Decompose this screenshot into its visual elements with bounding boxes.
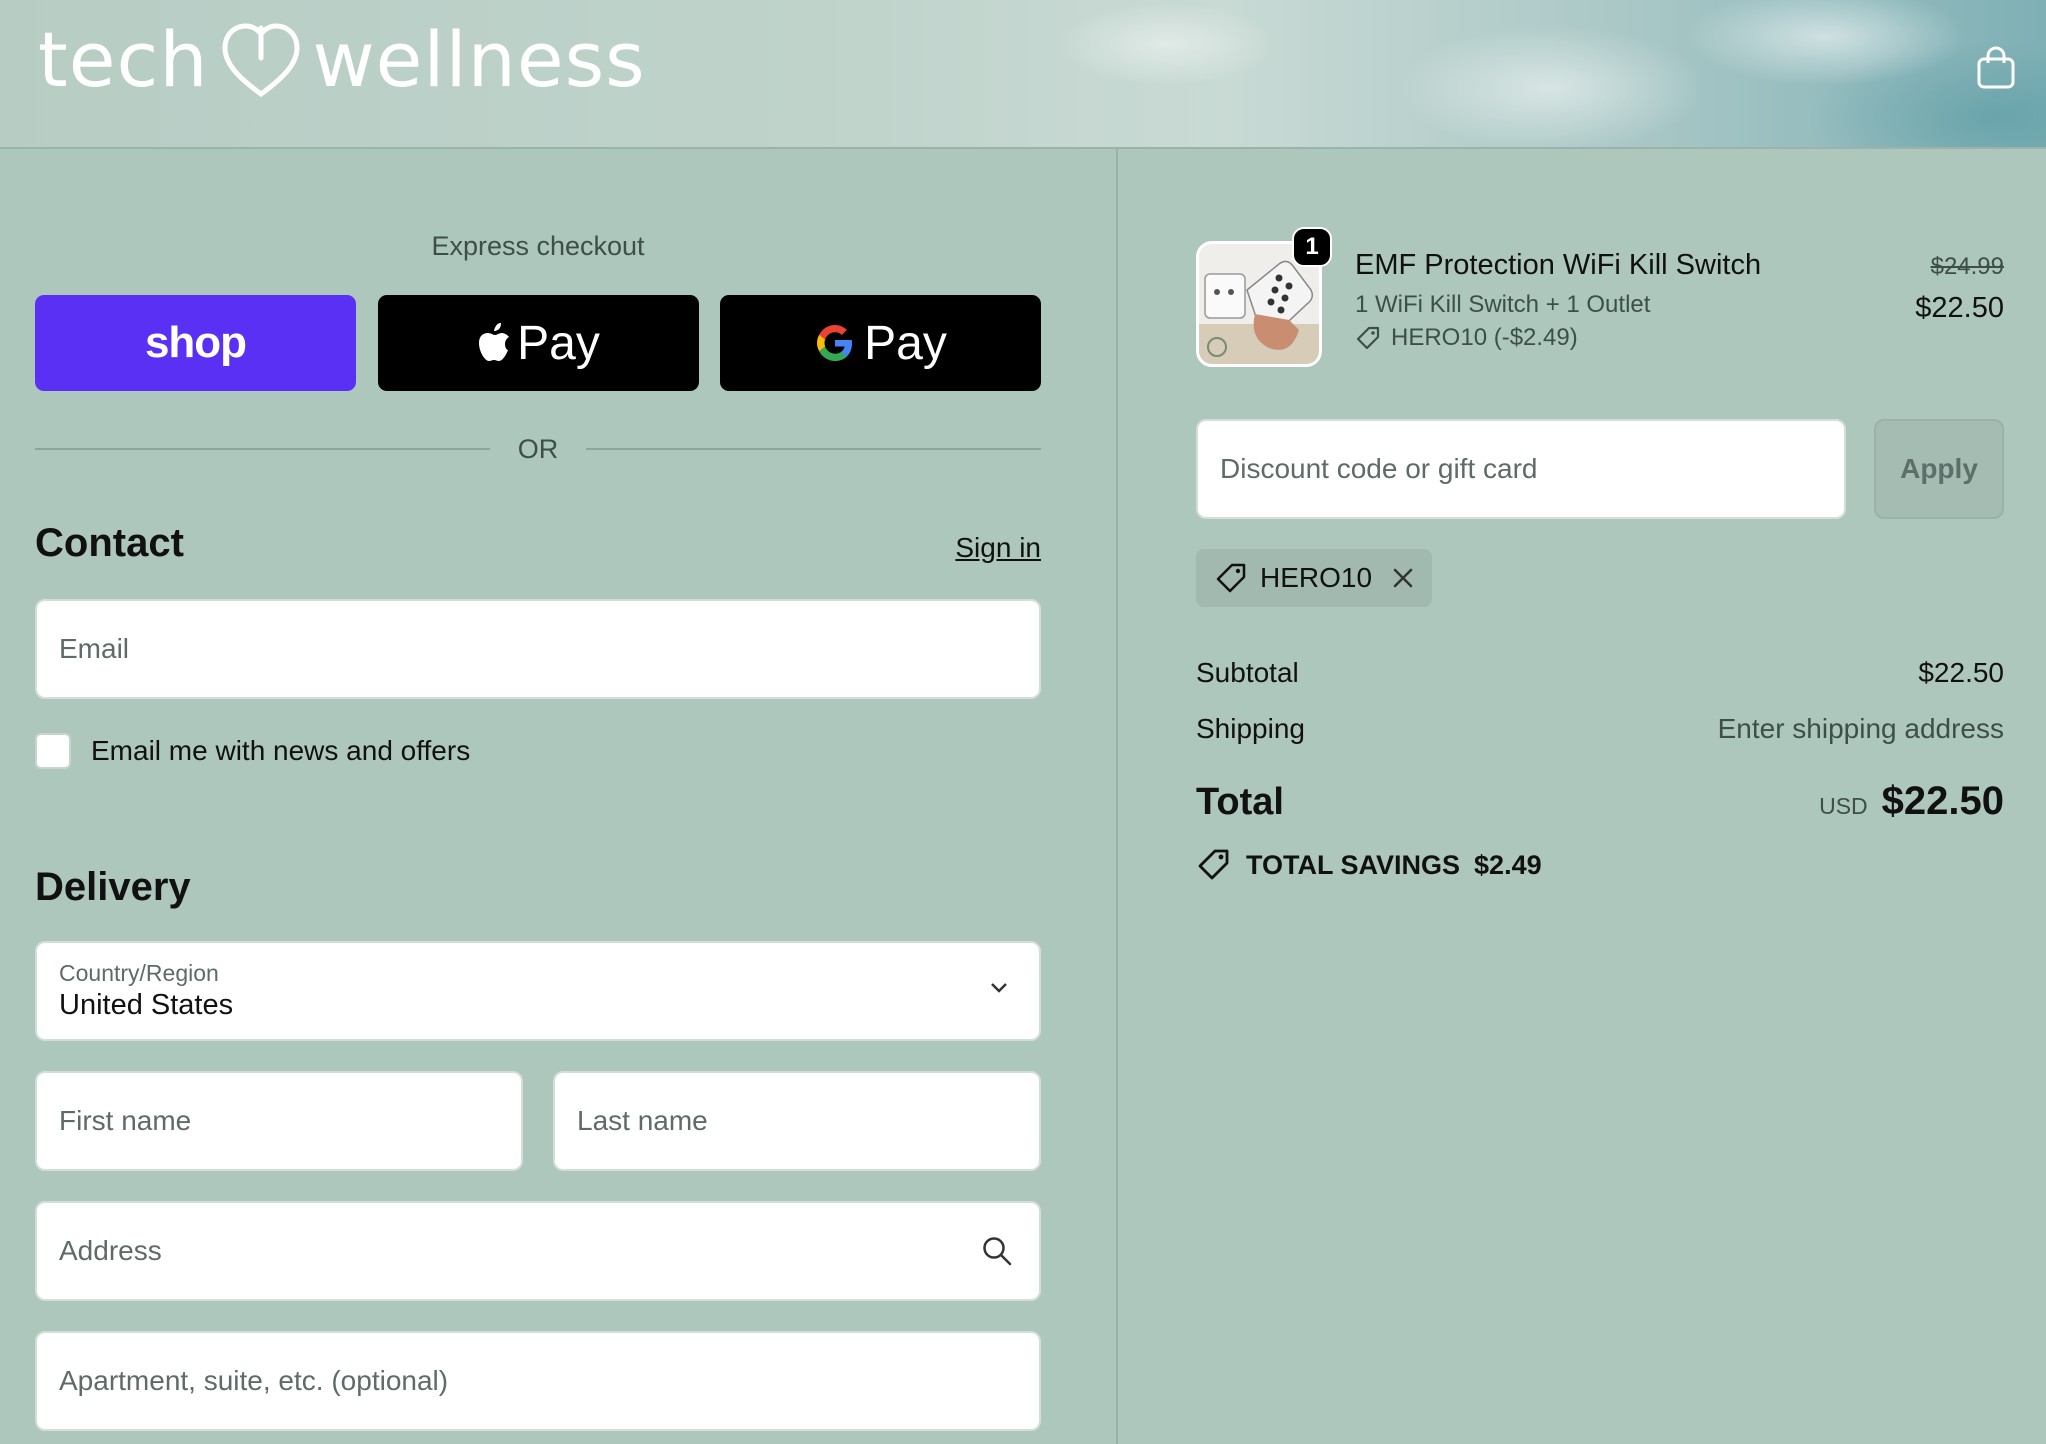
country-value: United States	[59, 989, 234, 1021]
heart-power-icon	[219, 18, 303, 102]
google-pay-button[interactable]: Pay	[720, 295, 1041, 391]
google-pay-label: Pay	[864, 316, 947, 370]
apple-pay-button[interactable]: Pay	[378, 295, 699, 391]
sign-in-link[interactable]: Sign in	[955, 532, 1041, 564]
original-price: $24.99	[1930, 253, 2004, 280]
applied-discount-chip: HERO10	[1196, 549, 1433, 607]
subtotal-row: Subtotal $22.50	[1196, 657, 2004, 689]
search-icon	[981, 1235, 1013, 1267]
quantity-badge: 1	[1292, 227, 1332, 267]
email-placeholder: Email	[59, 633, 130, 664]
apple-icon	[477, 323, 511, 363]
shipping-label: Shipping	[1196, 713, 1305, 744]
shipping-value: Enter shipping address	[1717, 713, 2004, 744]
product-name: EMF Protection WiFi Kill Switch	[1355, 249, 1762, 281]
divider-line	[35, 448, 490, 450]
delivery-heading: Delivery	[35, 865, 191, 909]
savings-value: $2.49	[1474, 849, 1542, 880]
total-label: Total	[1196, 781, 1284, 823]
country-label: Country/Region	[59, 960, 219, 986]
first-name-placeholder: First name	[59, 1105, 192, 1136]
apartment-placeholder: Apartment, suite, etc. (optional)	[59, 1365, 449, 1396]
email-field[interactable]: Email	[35, 599, 1041, 699]
total-savings: TOTAL SAVINGS $2.49	[1196, 847, 1542, 883]
country-select[interactable]: Country/Region United States	[35, 941, 1041, 1041]
total-currency: USD	[1819, 793, 1868, 819]
apple-pay-label: Pay	[517, 316, 600, 370]
tag-icon	[1355, 325, 1381, 351]
shop-pay-label: shop	[144, 318, 247, 367]
or-divider: OR	[35, 429, 1041, 469]
applied-code-label: HERO10	[1260, 562, 1373, 593]
newsletter-label: Email me with news and offers	[91, 735, 471, 766]
header-background-image	[946, 0, 2046, 147]
discount-code-input[interactable]: Discount code or gift card	[1196, 419, 1846, 519]
apply-button[interactable]: Apply	[1874, 419, 2004, 519]
newsletter-option[interactable]: Email me with news and offers	[35, 729, 470, 773]
product-discount: HERO10 (-$2.49)	[1355, 324, 1578, 352]
last-name-placeholder: Last name	[577, 1105, 708, 1136]
shipping-row: Shipping Enter shipping address	[1196, 713, 2004, 745]
savings-label: TOTAL SAVINGS	[1246, 849, 1461, 880]
subtotal-label: Subtotal	[1196, 657, 1299, 688]
newsletter-checkbox[interactable]	[35, 733, 71, 769]
logo-text-wellness: wellness	[312, 15, 646, 104]
contact-heading: Contact	[35, 521, 184, 565]
last-name-field[interactable]: Last name	[553, 1071, 1041, 1171]
subtotal-value: $22.50	[1918, 657, 2004, 688]
logo-text-tech: tech	[38, 15, 209, 104]
express-checkout-title: Express checkout	[431, 231, 645, 261]
discount-placeholder: Discount code or gift card	[1220, 453, 1538, 484]
tag-icon	[1214, 561, 1248, 595]
divider-line	[586, 448, 1041, 450]
first-name-field[interactable]: First name	[35, 1071, 523, 1171]
close-icon[interactable]	[1392, 567, 1414, 589]
checkout-form-column: Express checkout shop Pay Pay OR Contact…	[0, 149, 1118, 1444]
chevron-down-icon	[989, 981, 1009, 995]
shopping-bag-icon[interactable]	[1974, 44, 2018, 92]
store-logo[interactable]: tech wellness	[38, 18, 646, 102]
address-placeholder: Address	[59, 1235, 162, 1266]
product-price: $22.50	[1915, 292, 2004, 324]
order-summary-column: 1 EMF Protection WiFi Kill Switch 1 WiFi…	[1118, 149, 2046, 1444]
total-value: $22.50	[1881, 779, 2004, 823]
total-amount-group: USD $22.50	[1819, 779, 2004, 824]
shop-pay-button[interactable]: shop	[35, 295, 356, 391]
tag-icon	[1196, 847, 1232, 883]
or-label: OR	[517, 433, 559, 464]
google-g-icon	[814, 322, 856, 364]
total-row: Total USD $22.50	[1196, 779, 2004, 824]
product-discount-label: HERO10 (-$2.49)	[1391, 324, 1578, 351]
address-field[interactable]: Address	[35, 1201, 1041, 1301]
product-variant: 1 WiFi Kill Switch + 1 Outlet	[1355, 291, 1651, 318]
apartment-field[interactable]: Apartment, suite, etc. (optional)	[35, 1331, 1041, 1431]
site-header: tech wellness	[0, 0, 2046, 149]
